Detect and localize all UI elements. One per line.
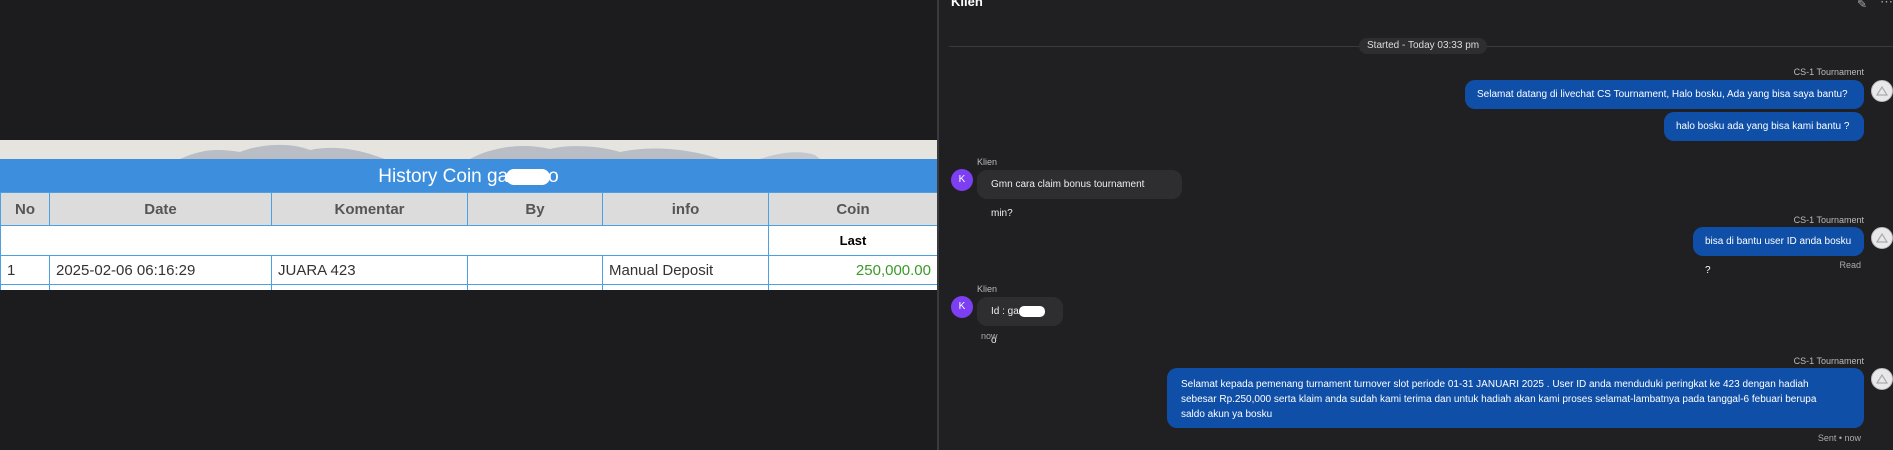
- cell-info: Manual Deposit: [602, 255, 769, 285]
- client-message-bubble[interactable]: Gmn cara claim bonus tournament min?: [977, 170, 1182, 219]
- agent-message-bubble[interactable]: halo bosku ada yang bisa kami bantu ?: [1664, 112, 1864, 141]
- subheader-spacer: [0, 225, 769, 256]
- history-coin-panel: History Coin ga o No Date Komentar By inf…: [0, 159, 937, 290]
- agent-name-label: CS-1 Tournament: [1793, 215, 1864, 225]
- message-text: Selamat datang di livechat CS Tournament…: [1477, 89, 1848, 100]
- col-header-info[interactable]: info: [602, 192, 769, 226]
- bot-avatar-icon: [1871, 227, 1893, 249]
- read-status: Read: [1839, 260, 1861, 270]
- col-header-by[interactable]: By: [467, 192, 603, 226]
- message-text: bisa di bantu user ID anda bosku ?: [1705, 236, 1852, 276]
- client-name-label: Klien: [977, 284, 998, 294]
- col-header-no[interactable]: No: [0, 192, 50, 226]
- cell-no: 1: [0, 255, 50, 285]
- col-header-coin[interactable]: Coin: [768, 192, 937, 226]
- table-header-row: No Date Komentar By info Coin: [0, 192, 937, 226]
- chat-pane: Klien ✎ ⋯ Started - Today 03:33 pm CS-1 …: [939, 0, 1893, 450]
- message-text-line: sebesar Rp.250,000 serta klaim anda suda…: [1181, 394, 1817, 405]
- message-text-line: Selamat kepada pemenang turnament turnov…: [1181, 379, 1809, 390]
- message-text: Id : ga: [991, 306, 1019, 317]
- client-name-label: Klien: [977, 157, 998, 167]
- message-text: halo bosku ada yang bisa kami bantu ?: [1676, 121, 1850, 132]
- message-text-line: saldo akun ya bosku: [1181, 409, 1273, 420]
- agent-name-label: CS-1 Tournament: [1793, 67, 1864, 77]
- redacted-block: [506, 168, 551, 185]
- message-text: Gmn cara claim bonus tournament min?: [991, 179, 1145, 219]
- cell-coin: 250,000.00: [768, 255, 937, 285]
- history-title: History Coin ga o: [0, 159, 937, 192]
- history-title-suffix: o: [548, 166, 559, 187]
- chat-title: Klien: [951, 0, 983, 9]
- cell-date: 2025-02-06 06:16:29: [49, 255, 272, 285]
- history-pane: History Coin ga o No Date Komentar By inf…: [0, 0, 937, 450]
- subheader-last: Last: [768, 225, 937, 256]
- col-header-komentar[interactable]: Komentar: [271, 192, 468, 226]
- agent-message-bubble[interactable]: Selamat kepada pemenang turnament turnov…: [1167, 368, 1864, 428]
- map-background: [0, 140, 937, 159]
- history-title-text: History Coin ga: [378, 166, 509, 187]
- pencil-icon[interactable]: ✎: [1857, 0, 1867, 11]
- agent-message-bubble[interactable]: bisa di bantu user ID anda bosku ?: [1693, 227, 1864, 276]
- table-subheader-row: Last: [0, 225, 937, 256]
- message-time: now: [981, 331, 998, 341]
- redacted-block: [1018, 305, 1045, 317]
- more-icon[interactable]: ⋯: [1880, 0, 1893, 10]
- agent-name-label: CS-1 Tournament: [1793, 356, 1864, 366]
- table-row-partial: [0, 284, 937, 290]
- bot-avatar-icon: [1871, 80, 1893, 102]
- client-message-bubble[interactable]: Id : gao: [977, 297, 1063, 346]
- agent-message-bubble[interactable]: Selamat datang di livechat CS Tournament…: [1465, 80, 1864, 109]
- table-row[interactable]: 1 2025-02-06 06:16:29 JUARA 423 Manual D…: [0, 255, 937, 285]
- chat-started-label: Started - Today 03:33 pm: [1359, 38, 1488, 54]
- client-avatar: K: [951, 296, 973, 318]
- col-header-date[interactable]: Date: [49, 192, 272, 226]
- sent-status: Sent • now: [1817, 433, 1861, 443]
- client-avatar: K: [951, 169, 973, 191]
- cell-komentar: JUARA 423: [271, 255, 468, 285]
- bot-avatar-icon: [1871, 368, 1893, 390]
- history-table: No Date Komentar By info Coin Last 1 202…: [0, 192, 937, 290]
- cell-by: [467, 255, 603, 285]
